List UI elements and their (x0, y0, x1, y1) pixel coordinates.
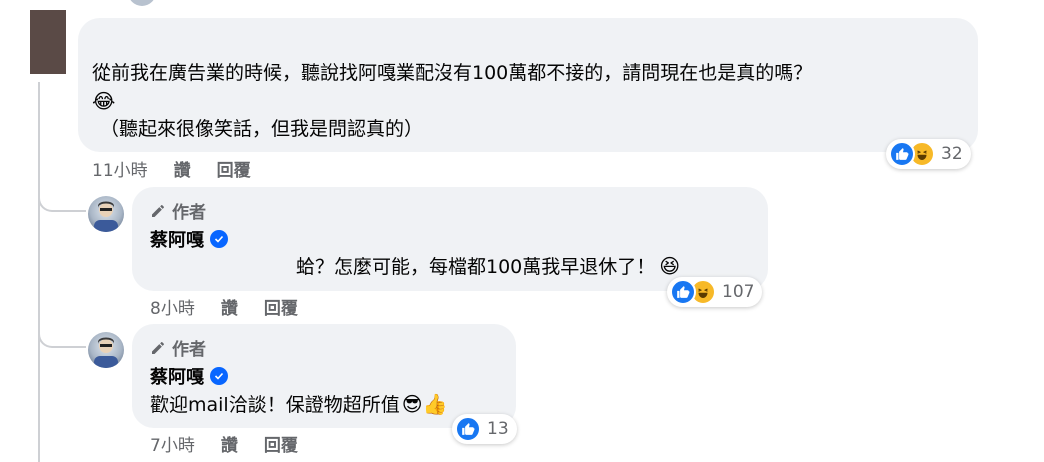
reply-reactions[interactable]: 107 (667, 277, 763, 307)
verified-badge-icon (210, 230, 228, 248)
author-name-label: 蔡阿嘎 (150, 230, 204, 251)
avatar[interactable] (88, 196, 124, 232)
comment-emoji: 😂 (92, 89, 116, 113)
reply-text-label: 蛤？怎麼可能，每檔都100萬我早退休了！ (296, 256, 656, 278)
like-reaction-icon (889, 141, 915, 167)
author-name[interactable]: 蔡阿嘎 (150, 226, 228, 252)
comment-meta: 11小時 讚 回覆 (92, 156, 251, 181)
reply-time[interactable]: 8小時 (150, 299, 195, 319)
thread-branch-1 (38, 184, 86, 212)
reply-button[interactable]: 回覆 (217, 161, 251, 181)
like-reaction-icon (670, 279, 696, 305)
reply-reactions[interactable]: 13 (452, 414, 517, 444)
sunglasses-thumbs-emoji: 😎👍 (401, 392, 448, 416)
verified-badge-icon (210, 367, 228, 385)
author-tag: 作者 (150, 335, 206, 360)
avatar[interactable] (88, 332, 124, 368)
comment-time[interactable]: 11小時 (92, 161, 148, 181)
author-tag-label: 作者 (172, 203, 206, 223)
reaction-count: 32 (941, 144, 963, 164)
author-tag-label: 作者 (172, 340, 206, 360)
comment-reactions[interactable]: 32 (886, 139, 971, 169)
author-tag: 作者 (150, 198, 206, 223)
like-button[interactable]: 讚 (221, 436, 238, 456)
reply-button[interactable]: 回覆 (264, 299, 298, 319)
reply-button[interactable]: 回覆 (264, 436, 298, 456)
pencil-icon (152, 341, 164, 354)
reply-time[interactable]: 7小時 (150, 436, 195, 456)
author-name-label: 蔡阿嘎 (150, 367, 204, 388)
reply-text: 蛤？怎麼可能，每檔都100萬我早退休了！ 😆 (296, 251, 680, 282)
reaction-count: 13 (487, 419, 509, 439)
like-reaction-icon (455, 416, 481, 442)
comment-text-line1: 從前我在廣告業的時候，聽說找阿嘎業配沒有100萬都不接的，請問現在也是真的嗎？ (92, 62, 813, 84)
laughing-emoji: 😆 (659, 254, 681, 278)
pencil-icon (152, 204, 164, 217)
author-name[interactable]: 蔡阿嘎 (150, 363, 228, 389)
reply-text-label: 歡迎mail洽談！保證物超所值 (150, 394, 400, 416)
thread-line-main (38, 82, 40, 462)
thread-branch-2 (38, 320, 86, 348)
like-button[interactable]: 讚 (221, 299, 238, 319)
like-button[interactable]: 讚 (174, 161, 191, 181)
avatar-partial-top (128, 0, 156, 6)
comment-text-line3: （聽起來很像笑話，但我是問認真的） (100, 118, 424, 140)
reply-meta: 7小時 讚 回覆 (150, 431, 298, 456)
redacted-avatar (30, 10, 66, 74)
reply-meta: 8小時 讚 回覆 (150, 294, 298, 319)
reply-text: 歡迎mail洽談！保證物超所值 😎👍 (150, 389, 447, 420)
reaction-count: 107 (722, 282, 755, 302)
